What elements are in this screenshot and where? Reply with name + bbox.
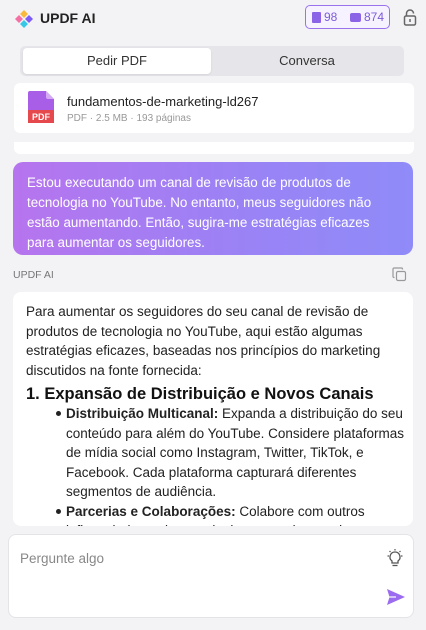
app-title: UPDF AI [40,10,96,26]
chat-credits: 874 [350,10,384,24]
tab-pedir-pdf[interactable]: Pedir PDF [23,48,211,74]
lightbulb-icon[interactable] [386,549,404,569]
list-item: Parcerias e Colaborações: Colabore com o… [26,502,411,526]
ai-response-heading: 1. Expansão de Distribuição e Novos Cana… [26,385,374,403]
ai-response-card: Para aumentar os seguidores do seu canal… [13,292,413,526]
document-icon [312,11,321,23]
bullet-dot [56,508,61,514]
divider-strip [14,142,414,154]
prompt-input[interactable] [20,547,360,569]
file-name: fundamentos-de-marketing-ld267 [67,94,259,109]
lock-icon[interactable] [403,8,417,26]
header: UPDF AI 98 874 [0,0,426,38]
chat-credits-value: 874 [364,10,385,24]
tab-conversa[interactable]: Conversa [213,48,401,74]
user-message-bubble: Estou executando um canal de revisão de … [13,162,413,255]
chat-icon [350,12,361,22]
bullet-dot [56,411,61,416]
mode-tabs: Pedir PDF Conversa [20,46,404,76]
pdf-badge-label: PDF [32,112,51,122]
credits-counter[interactable]: 98 874 [305,5,390,29]
updf-logo-icon [15,10,33,28]
file-meta: PDF · 2.5 MB · 193 páginas [67,113,191,124]
ai-bullet-list: Distribuição Multicanal: Expanda a distr… [26,404,406,526]
document-credits-value: 98 [324,10,338,24]
user-message-text: Estou executando um canal de revisão de … [27,175,372,250]
ai-sender-label: UPDF AI [13,269,54,281]
ai-response-intro: Para aumentar os seguidores do seu canal… [26,304,381,378]
pdf-file-icon: PDF [28,91,54,123]
prompt-box [8,534,414,618]
send-icon[interactable] [387,589,405,605]
list-item: Distribuição Multicanal: Expanda a distr… [26,404,411,502]
copy-icon[interactable] [392,267,407,282]
file-card[interactable]: PDF fundamentos-de-marketing-ld267 PDF ·… [14,83,414,133]
document-credits: 98 [312,10,337,24]
bullet-title: Distribuição Multicanal: [66,406,219,421]
bullet-title: Parcerias e Colaborações: [66,503,236,519]
